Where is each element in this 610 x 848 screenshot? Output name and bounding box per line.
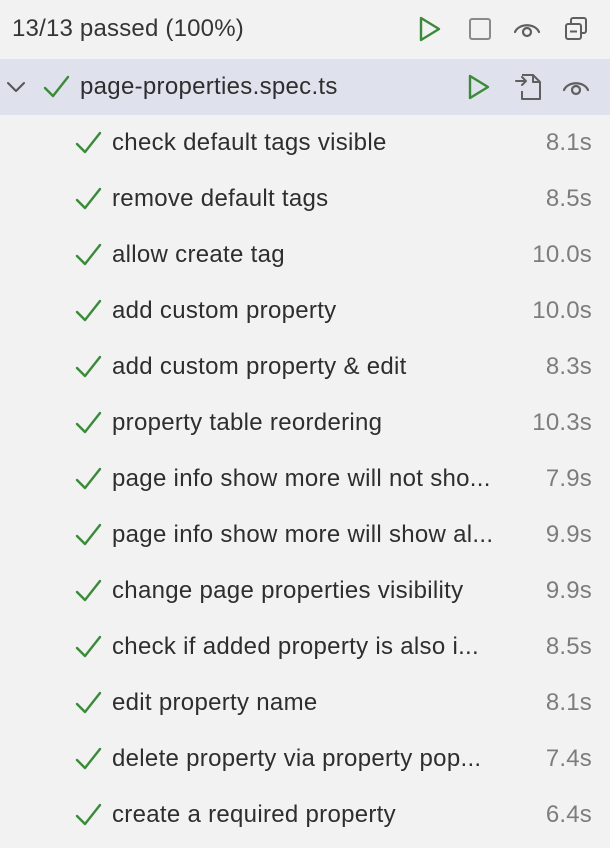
test-list: check default tags visible 8.1s remove d… bbox=[0, 115, 610, 843]
results-summary: 13/13 passed (100%) bbox=[12, 15, 244, 42]
test-name: edit property name bbox=[112, 689, 318, 716]
test-duration: 10.0s bbox=[532, 241, 592, 268]
check-icon bbox=[74, 353, 102, 381]
test-name: check if added property is also i... bbox=[112, 633, 479, 660]
test-row[interactable]: add custom property 10.0s bbox=[0, 283, 610, 339]
test-duration: 8.1s bbox=[545, 689, 592, 716]
test-results-header: 13/13 passed (100%) bbox=[0, 0, 610, 58]
test-name: delete property via property pop... bbox=[112, 745, 482, 772]
check-icon bbox=[74, 745, 102, 773]
test-duration: 10.0s bbox=[532, 297, 592, 324]
eye-icon bbox=[513, 24, 541, 38]
test-duration: 6.4s bbox=[545, 801, 592, 828]
check-icon bbox=[74, 577, 102, 605]
test-row[interactable]: page info show more will show al... 9.9s bbox=[0, 507, 610, 563]
test-row[interactable]: add custom property & edit 8.3s bbox=[0, 339, 610, 395]
stop-icon bbox=[469, 18, 491, 40]
test-name: create a required property bbox=[112, 801, 396, 828]
test-duration: 7.4s bbox=[545, 745, 592, 772]
test-duration: 9.9s bbox=[545, 521, 592, 548]
test-name: allow create tag bbox=[112, 241, 285, 268]
play-icon bbox=[419, 16, 441, 42]
suite-row[interactable]: page-properties.spec.ts bbox=[0, 59, 610, 115]
watch-all-button[interactable] bbox=[511, 13, 543, 45]
chevron-down-icon bbox=[7, 82, 25, 92]
test-row[interactable]: property table reordering 10.3s bbox=[0, 395, 610, 451]
run-suite-button[interactable] bbox=[463, 71, 495, 103]
play-icon bbox=[468, 74, 490, 100]
stop-button[interactable] bbox=[464, 13, 496, 45]
check-icon bbox=[74, 633, 102, 661]
test-row[interactable]: create a required property 6.4s bbox=[0, 787, 610, 843]
expand-toggle[interactable] bbox=[4, 75, 28, 99]
test-row[interactable]: check default tags visible 8.1s bbox=[0, 115, 610, 171]
suite-name: page-properties.spec.ts bbox=[80, 73, 338, 100]
test-row[interactable]: delete property via property pop... 7.4s bbox=[0, 731, 610, 787]
check-icon bbox=[74, 801, 102, 829]
test-duration: 8.5s bbox=[545, 633, 592, 660]
test-duration: 10.3s bbox=[532, 409, 592, 436]
check-icon bbox=[74, 521, 102, 549]
check-icon bbox=[74, 689, 102, 717]
collapse-all-button[interactable] bbox=[560, 13, 592, 45]
check-icon bbox=[74, 129, 102, 157]
collapse-all-icon bbox=[565, 17, 587, 40]
test-duration: 8.1s bbox=[545, 129, 592, 156]
test-row[interactable]: check if added property is also i... 8.5… bbox=[0, 619, 610, 675]
test-row[interactable]: edit property name 8.1s bbox=[0, 675, 610, 731]
check-icon bbox=[74, 409, 102, 437]
test-row[interactable]: page info show more will not sho... 7.9s bbox=[0, 451, 610, 507]
check-icon bbox=[42, 73, 70, 101]
open-file-button[interactable] bbox=[512, 71, 544, 103]
test-name: check default tags visible bbox=[112, 129, 387, 156]
test-name: page info show more will show al... bbox=[112, 521, 494, 548]
eye-icon bbox=[562, 82, 590, 96]
test-row[interactable]: change page properties visibility 9.9s bbox=[0, 563, 610, 619]
test-name: add custom property bbox=[112, 297, 337, 324]
test-name: add custom property & edit bbox=[112, 353, 407, 380]
test-name: page info show more will not sho... bbox=[112, 465, 491, 492]
test-duration: 9.9s bbox=[545, 577, 592, 604]
test-name: property table reordering bbox=[112, 409, 383, 436]
check-icon bbox=[74, 465, 102, 493]
test-name: remove default tags bbox=[112, 185, 329, 212]
check-icon bbox=[74, 185, 102, 213]
run-all-button[interactable] bbox=[414, 13, 446, 45]
open-file-icon bbox=[515, 74, 541, 100]
check-icon bbox=[74, 241, 102, 269]
watch-suite-button[interactable] bbox=[560, 71, 592, 103]
test-duration: 8.3s bbox=[545, 353, 592, 380]
test-row[interactable]: remove default tags 8.5s bbox=[0, 171, 610, 227]
check-icon bbox=[74, 297, 102, 325]
test-name: change page properties visibility bbox=[112, 577, 464, 604]
test-row[interactable]: allow create tag 10.0s bbox=[0, 227, 610, 283]
test-duration: 7.9s bbox=[545, 465, 592, 492]
test-duration: 8.5s bbox=[545, 185, 592, 212]
